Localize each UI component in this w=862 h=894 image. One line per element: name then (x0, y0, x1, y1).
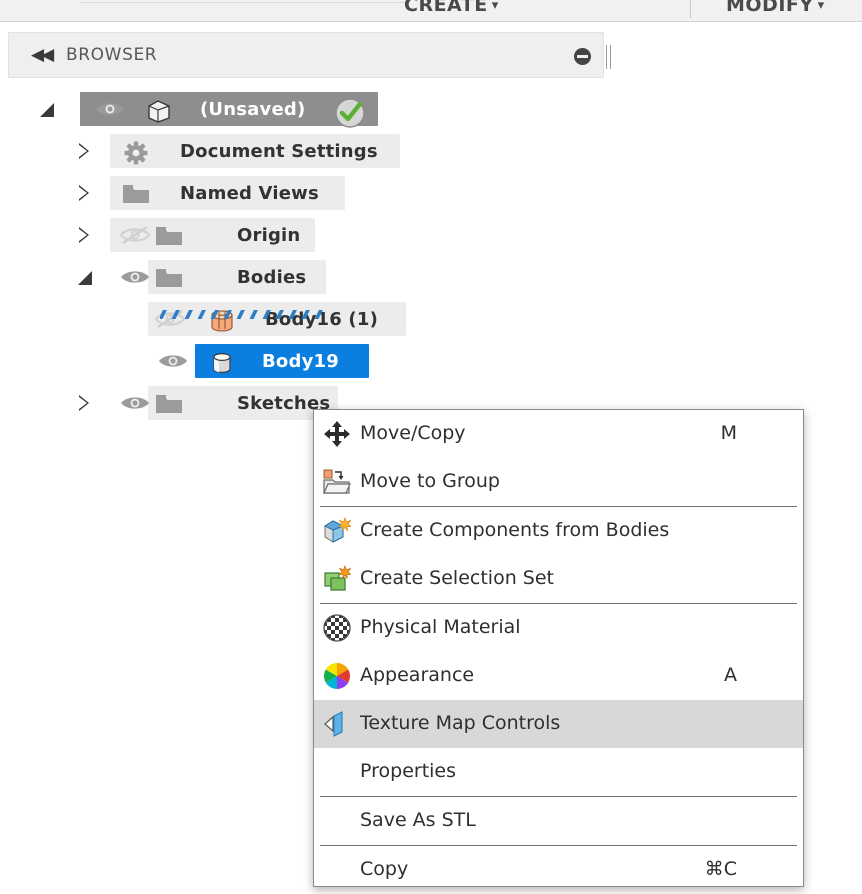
expand-triangle-closed-icon[interactable] (78, 185, 92, 201)
toolbar-menu-create[interactable]: CREATE ▾ (404, 0, 499, 16)
eye-visible-icon[interactable] (120, 394, 150, 412)
create-components-icon (323, 517, 351, 545)
tree-row[interactable]: Origin (0, 214, 620, 256)
context-menu-item[interactable]: Save As STL (314, 797, 803, 845)
drag-drop-indicator (160, 310, 325, 319)
toolbar-separator (690, 0, 691, 18)
resize-grip-icon[interactable] (606, 45, 613, 69)
expand-triangle-open-icon[interactable] (40, 102, 54, 117)
selection-set-icon (323, 565, 351, 593)
move-to-folder-icon (323, 468, 351, 496)
tree-row-label: Origin (237, 225, 301, 246)
context-menu-item[interactable]: Appearance A (314, 652, 803, 700)
body-grey-icon (208, 351, 236, 373)
context-menu-item-label: Texture Map Controls (360, 712, 561, 734)
context-menu-item-label: Move/Copy (360, 422, 466, 444)
context-menu-item-label: Appearance (360, 664, 475, 686)
texture-map-icon (323, 710, 351, 738)
context-menu-item-label: Create Selection Set (360, 567, 554, 589)
toolbar-divider (80, 2, 410, 3)
folder-icon (155, 267, 183, 289)
context-menu-item-label: Create Components from Bodies (360, 519, 670, 541)
context-menu: Move/Copy M Move to Group Create Components… (313, 409, 804, 887)
tree-row-label: (Unsaved) (200, 99, 306, 120)
context-menu-item-label: Copy (360, 858, 409, 880)
browser-panel-title: BROWSER (66, 45, 158, 65)
context-menu-item[interactable]: Texture Map Controls (314, 700, 803, 748)
context-menu-item-label: Properties (360, 760, 457, 782)
context-menu-item[interactable]: Physical Material (314, 604, 803, 652)
component-cube-icon (145, 99, 173, 123)
tree-row[interactable]: (Unsaved) (0, 88, 620, 130)
context-menu-item[interactable]: Create Selection Set (314, 555, 803, 603)
checker-sphere-icon (323, 614, 351, 642)
tree-row[interactable]: Named Views (0, 172, 620, 214)
eye-visible-icon[interactable] (120, 268, 150, 286)
context-menu-item[interactable]: Properties (314, 748, 803, 796)
tree-row[interactable]: Document Settings (0, 130, 620, 172)
tree-row-label: Body19 (262, 351, 339, 372)
expand-triangle-closed-icon[interactable] (78, 395, 92, 411)
folder-icon (122, 183, 150, 205)
chevron-down-icon: ▾ (817, 0, 825, 13)
expand-triangle-closed-icon[interactable] (78, 227, 92, 243)
tree-row[interactable]: Body19 (0, 340, 620, 382)
move-arrows-icon (323, 420, 351, 448)
chevron-down-icon: ▾ (491, 0, 499, 13)
tree-row[interactable]: Body16 (1) (0, 298, 620, 340)
color-wheel-icon (323, 662, 351, 690)
context-menu-item-shortcut: A (724, 664, 737, 686)
context-menu-item[interactable]: Create Components from Bodies (314, 507, 803, 555)
collapse-left-icon[interactable]: ◀◀ (31, 47, 54, 64)
context-menu-item-label: Physical Material (360, 616, 521, 638)
folder-icon (155, 393, 183, 415)
expand-triangle-closed-icon[interactable] (78, 143, 92, 159)
toolbar-menu-modify-label: MODIFY (726, 0, 814, 16)
minus-circle-icon[interactable] (574, 48, 591, 65)
folder-icon (155, 225, 183, 247)
eye-visible-icon[interactable] (95, 100, 125, 118)
top-toolbar: CREATE ▾ MODIFY ▾ (0, 0, 862, 22)
browser-panel-header: ◀◀ BROWSER (8, 32, 611, 78)
toolbar-menu-modify[interactable]: MODIFY ▾ (726, 0, 825, 16)
eye-hidden-icon[interactable] (120, 226, 150, 244)
gear-icon (122, 141, 150, 165)
browser-tree: (Unsaved) Document Settings Named Views Ori… (0, 88, 620, 424)
context-menu-item[interactable]: Copy ⌘C (314, 846, 803, 894)
context-menu-item-shortcut: ⌘C (704, 858, 737, 880)
tree-row-label: Named Views (180, 183, 319, 204)
tree-row-label: Bodies (237, 267, 307, 288)
context-menu-item-label: Save As STL (360, 809, 476, 831)
document-saved-check-icon (333, 96, 367, 130)
tree-row[interactable]: Bodies (0, 256, 620, 298)
context-menu-item-label: Move to Group (360, 470, 500, 492)
tree-row-label: Document Settings (180, 141, 378, 162)
expand-triangle-open-icon[interactable] (78, 270, 92, 285)
context-menu-item[interactable]: Move to Group (314, 458, 803, 506)
toolbar-menu-create-label: CREATE (404, 0, 488, 16)
eye-visible-icon[interactable] (158, 352, 188, 370)
context-menu-item-shortcut: M (720, 422, 737, 444)
context-menu-item[interactable]: Move/Copy M (314, 410, 803, 458)
